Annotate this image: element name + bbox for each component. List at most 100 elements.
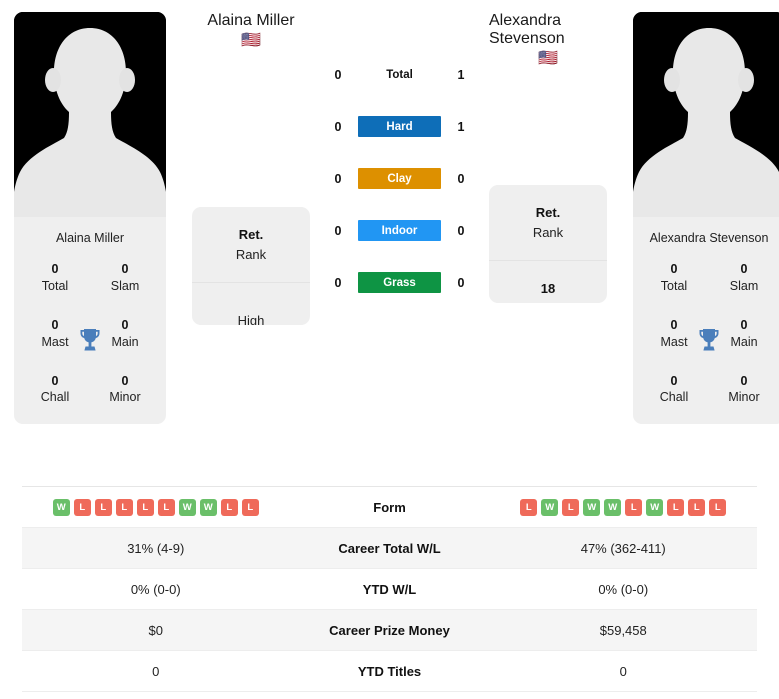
surface-badge-indoor[interactable]: Indoor [358,220,441,241]
title-label: Slam [110,278,140,293]
surface-row-clay: 0 Clay 0 [318,168,481,189]
surface-right-score: 1 [457,67,465,82]
title-stat: 0 Slam [90,255,160,301]
title-value: 0 [740,262,748,276]
info-row-high: 18 High [489,261,607,303]
form-badge-win[interactable]: W [52,498,70,516]
right-player-heading: Alexandra Stevenson 🇺🇸 [489,12,607,68]
form-badge-win[interactable]: W [199,498,217,516]
info-label: High [237,312,265,325]
left-player-avatar [14,12,166,217]
left-player-card[interactable]: Alaina Miller 0 Total 0 Slam 0 Mast 0 Ma… [14,12,166,425]
title-stat: 0 Minor [709,367,779,413]
surface-right-score: 0 [457,171,465,186]
surface-right-score: 1 [457,119,465,134]
surface-badge-clay[interactable]: Clay [358,168,441,189]
form-badge-loss[interactable]: L [667,498,685,516]
right-form-cell: LWLWWLWLLL [490,498,758,516]
table-row-ytd-titles: 0 YTD Titles 0 [22,651,757,692]
title-stat: 0 Total [639,255,709,301]
surface-left-score: 0 [334,119,342,134]
right-stat-value: 0 [619,663,627,679]
right-player-name: Alexandra Stevenson [489,12,565,47]
form-badge-loss[interactable]: L [562,498,580,516]
form-badge-loss[interactable]: L [241,498,259,516]
left-stat-value: 0 [152,663,160,679]
right-avatar-name: Alexandra Stevenson [633,217,779,255]
title-label: Slam [729,278,759,293]
surface-left-score: 0 [334,171,342,186]
form-badge-win[interactable]: W [646,498,664,516]
title-value: 0 [670,373,678,388]
form-badge-loss[interactable]: L [73,498,91,516]
info-value: Ret. [238,227,264,242]
right-stat-value: $59,458 [599,622,647,638]
form-badge-loss[interactable]: L [625,498,643,516]
title-value: 0 [740,373,748,388]
left-stat-value: $0 [148,622,163,638]
form-badge-loss[interactable]: L [94,498,112,516]
trophy-icon [77,326,103,354]
left-avatar-name: Alaina Miller [14,217,166,255]
right-player-avatar [633,12,779,217]
form-badge-loss[interactable]: L [520,498,538,516]
info-label: Rank [532,224,564,240]
form-badge-loss[interactable]: L [115,498,133,516]
left-form-cell: WLLLLLWWLL [22,498,290,516]
form-badge-win[interactable]: W [541,498,559,516]
stat-label: YTD W/L [362,581,417,597]
surface-badge-hard[interactable]: Hard [358,116,441,137]
title-label: Chall [659,390,689,405]
title-value: 0 [121,373,129,388]
surface-row-grass: 0 Grass 0 [318,272,481,293]
surface-right-score: 0 [457,223,465,238]
surface-right-score: 0 [457,275,465,290]
left-player-info-column: Alaina Miller 🇺🇸 Ret. Rank High 25 Age [192,12,310,325]
right-player-flag-icon: 🇺🇸 [538,50,558,67]
form-badge-win[interactable]: W [583,498,601,516]
title-value: 0 [670,262,678,276]
left-stat-value: 31% (4-9) [127,540,185,556]
surface-badge-grass[interactable]: Grass [358,272,441,293]
player-comparison-page: Alaina Miller 0 Total 0 Slam 0 Mast 0 Ma… [0,0,779,699]
form-badge-win[interactable]: W [604,498,622,516]
surface-row-hard: 0 Hard 1 [318,116,481,137]
title-stat: 0 Chall [20,367,90,413]
table-row-career-total-wl: 31% (4-9) Career Total W/L 47% (362-411) [22,528,757,569]
stat-label: YTD Titles [357,663,422,679]
form-badge-loss[interactable]: L [157,498,175,516]
comparison-area: Alaina Miller 0 Total 0 Slam 0 Mast 0 Ma… [0,0,779,470]
right-info-panel: Ret. Rank 18 High 42 Age R Plays [489,185,607,303]
surface-left-score: 0 [334,223,342,238]
right-form-strip: LWLWWLWLLL [490,498,758,516]
title-value: 0 [51,262,59,276]
left-player-heading: Alaina Miller 🇺🇸 [207,12,294,50]
form-badge-loss[interactable]: L [709,498,727,516]
surface-left-score: 0 [334,275,342,290]
info-value: 18 [540,281,556,296]
form-badge-loss[interactable]: L [136,498,154,516]
stat-label: Career Total W/L [338,540,441,556]
left-player-name: Alaina Miller [207,12,295,29]
right-stat-value: 0% (0-0) [598,581,649,597]
title-value: 0 [51,373,59,388]
form-badge-loss[interactable]: L [688,498,706,516]
table-row-ytd-wl: 0% (0-0) YTD W/L 0% (0-0) [22,569,757,610]
right-titles-grid: 0 Total 0 Slam 0 Mast 0 Main 0 Chall 0 M… [633,255,779,424]
surface-row-indoor: 0 Indoor 0 [318,220,481,241]
right-player-card[interactable]: Alexandra Stevenson 0 Total 0 Slam 0 Mas… [633,12,779,425]
title-stat: 0 Slam [709,255,779,301]
stats-comparison-table: WLLLLLWWLL Form LWLWWLWLLL 31% (4-9) Car… [22,486,757,692]
info-row-high: High [192,283,310,325]
title-label: Total [41,278,69,293]
form-badge-win[interactable]: W [178,498,196,516]
table-row-form: WLLLLLWWLL Form LWLWWLWLLL [22,487,757,528]
left-form-strip: WLLLLLWWLL [22,498,290,516]
info-row-rank: Ret. Rank [489,185,607,261]
left-player-flag-icon: 🇺🇸 [241,32,261,49]
title-value: 0 [121,262,129,276]
right-player-info-column: Alexandra Stevenson 🇺🇸 Ret. Rank 18 High… [489,12,607,303]
form-badge-loss[interactable]: L [220,498,238,516]
info-label: High [535,299,562,304]
stat-label: Form [373,499,406,515]
